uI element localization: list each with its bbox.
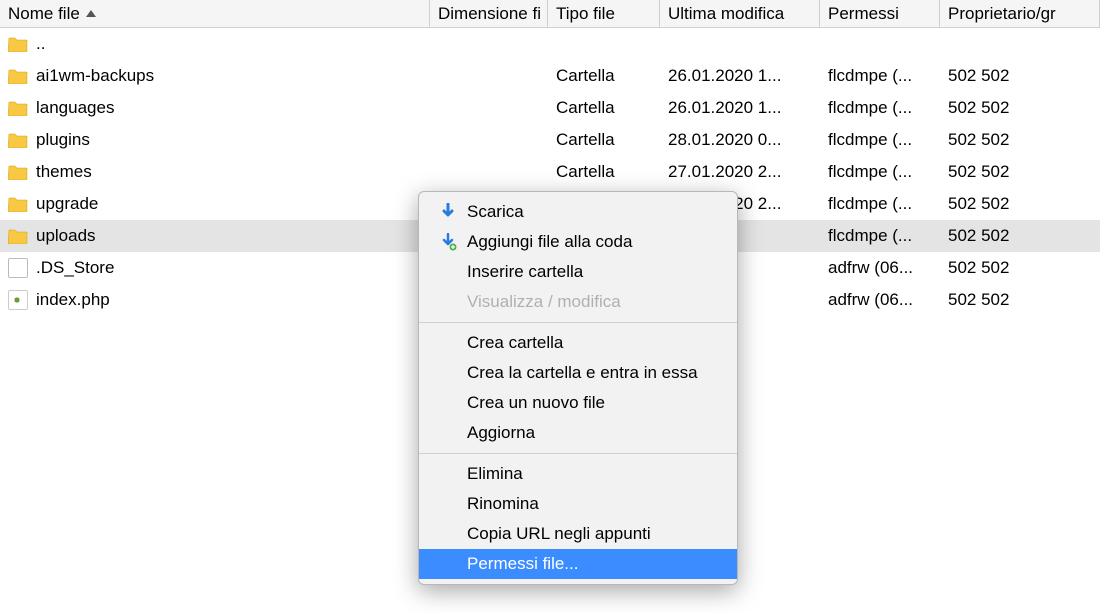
menu-item-file-permissions[interactable]: Permessi file...: [419, 549, 737, 579]
file-name: uploads: [36, 226, 96, 246]
column-header-name[interactable]: Nome file: [0, 0, 430, 28]
column-header-row[interactable]: Nome file Dimensione fi Tipo file Ultima…: [0, 0, 1100, 28]
menu-label: Aggiungi file alla coda: [467, 232, 632, 252]
menu-item-delete[interactable]: Elimina: [419, 459, 737, 489]
folder-icon: [8, 68, 28, 84]
menu-label: Copia URL negli appunti: [467, 524, 651, 544]
file-icon: [8, 258, 28, 278]
menu-label: Scarica: [467, 202, 524, 222]
menu-item-create-folder-enter[interactable]: Crea la cartella e entra in essa: [419, 358, 737, 388]
table-row[interactable]: ..: [0, 28, 1100, 60]
menu-separator: [419, 453, 737, 454]
menu-item-view-edit: Visualizza / modifica: [419, 287, 737, 317]
folder-icon: [8, 132, 28, 148]
table-row[interactable]: languages Cartella 26.01.2020 1... flcdm…: [0, 92, 1100, 124]
menu-label: Permessi file...: [467, 554, 578, 574]
file-name: plugins: [36, 130, 90, 150]
column-header-modified[interactable]: Ultima modifica: [660, 0, 820, 28]
menu-label: Crea cartella: [467, 333, 563, 353]
table-row[interactable]: themes Cartella 27.01.2020 2... flcdmpe …: [0, 156, 1100, 188]
sort-ascending-icon: [86, 10, 96, 17]
column-header-size[interactable]: Dimensione fi: [430, 0, 548, 28]
column-label: Nome file: [8, 4, 80, 24]
download-arrow-icon: [439, 203, 457, 221]
menu-item-rename[interactable]: Rinomina: [419, 489, 737, 519]
menu-label: Elimina: [467, 464, 523, 484]
menu-item-add-queue[interactable]: Aggiungi file alla coda: [419, 227, 737, 257]
menu-item-download[interactable]: Scarica: [419, 197, 737, 227]
folder-icon: [8, 36, 28, 52]
menu-item-create-folder[interactable]: Crea cartella: [419, 328, 737, 358]
table-row[interactable]: plugins Cartella 28.01.2020 0... flcdmpe…: [0, 124, 1100, 156]
menu-label: Crea la cartella e entra in essa: [467, 363, 698, 383]
menu-item-create-file[interactable]: Crea un nuovo file: [419, 388, 737, 418]
menu-item-copy-url[interactable]: Copia URL negli appunti: [419, 519, 737, 549]
menu-separator: [419, 322, 737, 323]
column-header-permissions[interactable]: Permessi: [820, 0, 940, 28]
file-name: ..: [36, 34, 45, 54]
column-header-owner[interactable]: Proprietario/gr: [940, 0, 1100, 28]
folder-icon: [8, 228, 28, 244]
menu-label: Rinomina: [467, 494, 539, 514]
file-name: .DS_Store: [36, 258, 114, 278]
menu-label: Visualizza / modifica: [467, 292, 621, 312]
menu-label: Crea un nuovo file: [467, 393, 605, 413]
php-file-icon: [8, 290, 28, 310]
file-name: upgrade: [36, 194, 98, 214]
file-name: themes: [36, 162, 92, 182]
folder-icon: [8, 164, 28, 180]
menu-label: Inserire cartella: [467, 262, 583, 282]
menu-item-refresh[interactable]: Aggiorna: [419, 418, 737, 448]
context-menu: Scarica Aggiungi file alla coda Inserire…: [418, 191, 738, 585]
file-name: languages: [36, 98, 114, 118]
menu-item-enter-folder[interactable]: Inserire cartella: [419, 257, 737, 287]
download-plus-icon: [439, 233, 457, 251]
menu-label: Aggiorna: [467, 423, 535, 443]
folder-icon: [8, 100, 28, 116]
table-row[interactable]: ai1wm-backups Cartella 26.01.2020 1... f…: [0, 60, 1100, 92]
column-header-type[interactable]: Tipo file: [548, 0, 660, 28]
file-name: ai1wm-backups: [36, 66, 154, 86]
folder-icon: [8, 196, 28, 212]
file-name: index.php: [36, 290, 110, 310]
